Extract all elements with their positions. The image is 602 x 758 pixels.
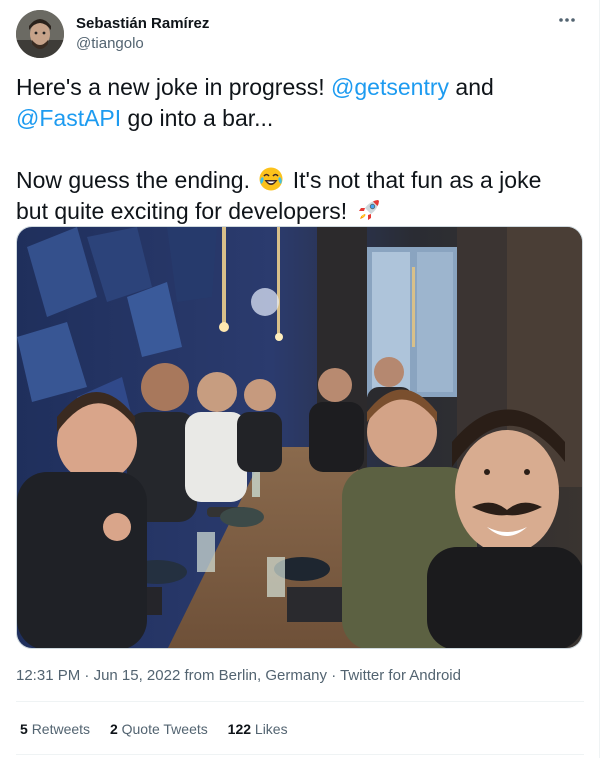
author-name[interactable]: Sebastián Ramírez bbox=[76, 14, 209, 34]
quote-tweets-count: 2 bbox=[109, 721, 118, 737]
tweet-photo[interactable] bbox=[16, 226, 583, 649]
tweet-time[interactable]: 12:31 PM bbox=[16, 667, 80, 684]
meta-separator: · bbox=[80, 667, 94, 684]
divider bbox=[16, 754, 584, 755]
likes-label: Likes bbox=[254, 721, 288, 737]
tweet-text-segment: Here's a new joke in progress! bbox=[16, 74, 332, 100]
tweet-text-segment: It's not that fun as a joke bbox=[286, 167, 542, 193]
divider bbox=[16, 701, 584, 702]
rocket-icon bbox=[356, 197, 382, 223]
tweet-paragraph-2: @FastAPI go into a bar... bbox=[16, 103, 584, 134]
tweet-client[interactable]: Twitter for Android bbox=[340, 667, 461, 684]
avatar[interactable] bbox=[16, 10, 64, 58]
likes-count: 122 bbox=[227, 721, 252, 737]
mention-fastapi[interactable]: @FastAPI bbox=[16, 105, 121, 131]
likes-stat[interactable]: 122 Likes bbox=[228, 719, 288, 739]
mention-getsentry[interactable]: @getsentry bbox=[331, 74, 449, 100]
more-horizontal-icon[interactable] bbox=[552, 10, 582, 30]
face-with-tears-of-joy-icon bbox=[258, 166, 284, 192]
quote-tweets-stat[interactable]: 2 Quote Tweets bbox=[110, 719, 208, 739]
tweet-header: Sebastián Ramírez @tiangolo bbox=[16, 10, 584, 58]
tweet-location: from Berlin, Germany bbox=[180, 667, 328, 684]
tweet-text-segment: go into a bar... bbox=[121, 105, 274, 131]
tweet-text-segment: and bbox=[449, 74, 494, 100]
tweet-meta: 12:31 PM · Jun 15, 2022 from Berlin, Ger… bbox=[16, 666, 461, 686]
retweets-count: 5 bbox=[20, 721, 28, 737]
tweet-paragraph-3: Now guess the ending. It's not that fun … bbox=[16, 165, 584, 196]
tweet-paragraph-4: but quite exciting for developers! bbox=[16, 196, 584, 227]
tweet-date[interactable]: Jun 15, 2022 bbox=[94, 667, 181, 684]
tweet-text-segment: but quite exciting for developers! bbox=[16, 198, 354, 224]
meta-separator: · bbox=[327, 667, 341, 684]
retweets-stat[interactable]: 5 Retweets bbox=[20, 719, 90, 739]
quote-tweets-label: Quote Tweets bbox=[121, 721, 208, 737]
retweets-label: Retweets bbox=[31, 721, 91, 737]
tweet-card: Sebastián Ramírez @tiangolo Here's a new… bbox=[0, 0, 600, 758]
group-selfie-image bbox=[17, 227, 582, 648]
author-handle[interactable]: @tiangolo bbox=[76, 34, 144, 54]
tweet-text-segment: Now guess the ending. bbox=[16, 167, 257, 193]
avatar-image bbox=[16, 10, 64, 58]
tweet-stats: 5 Retweets 2 Quote Tweets 122 Likes bbox=[20, 719, 304, 739]
tweet-text: Here's a new joke in progress! @getsentr… bbox=[16, 72, 584, 227]
tweet-paragraph-1: Here's a new joke in progress! @getsentr… bbox=[16, 72, 584, 103]
